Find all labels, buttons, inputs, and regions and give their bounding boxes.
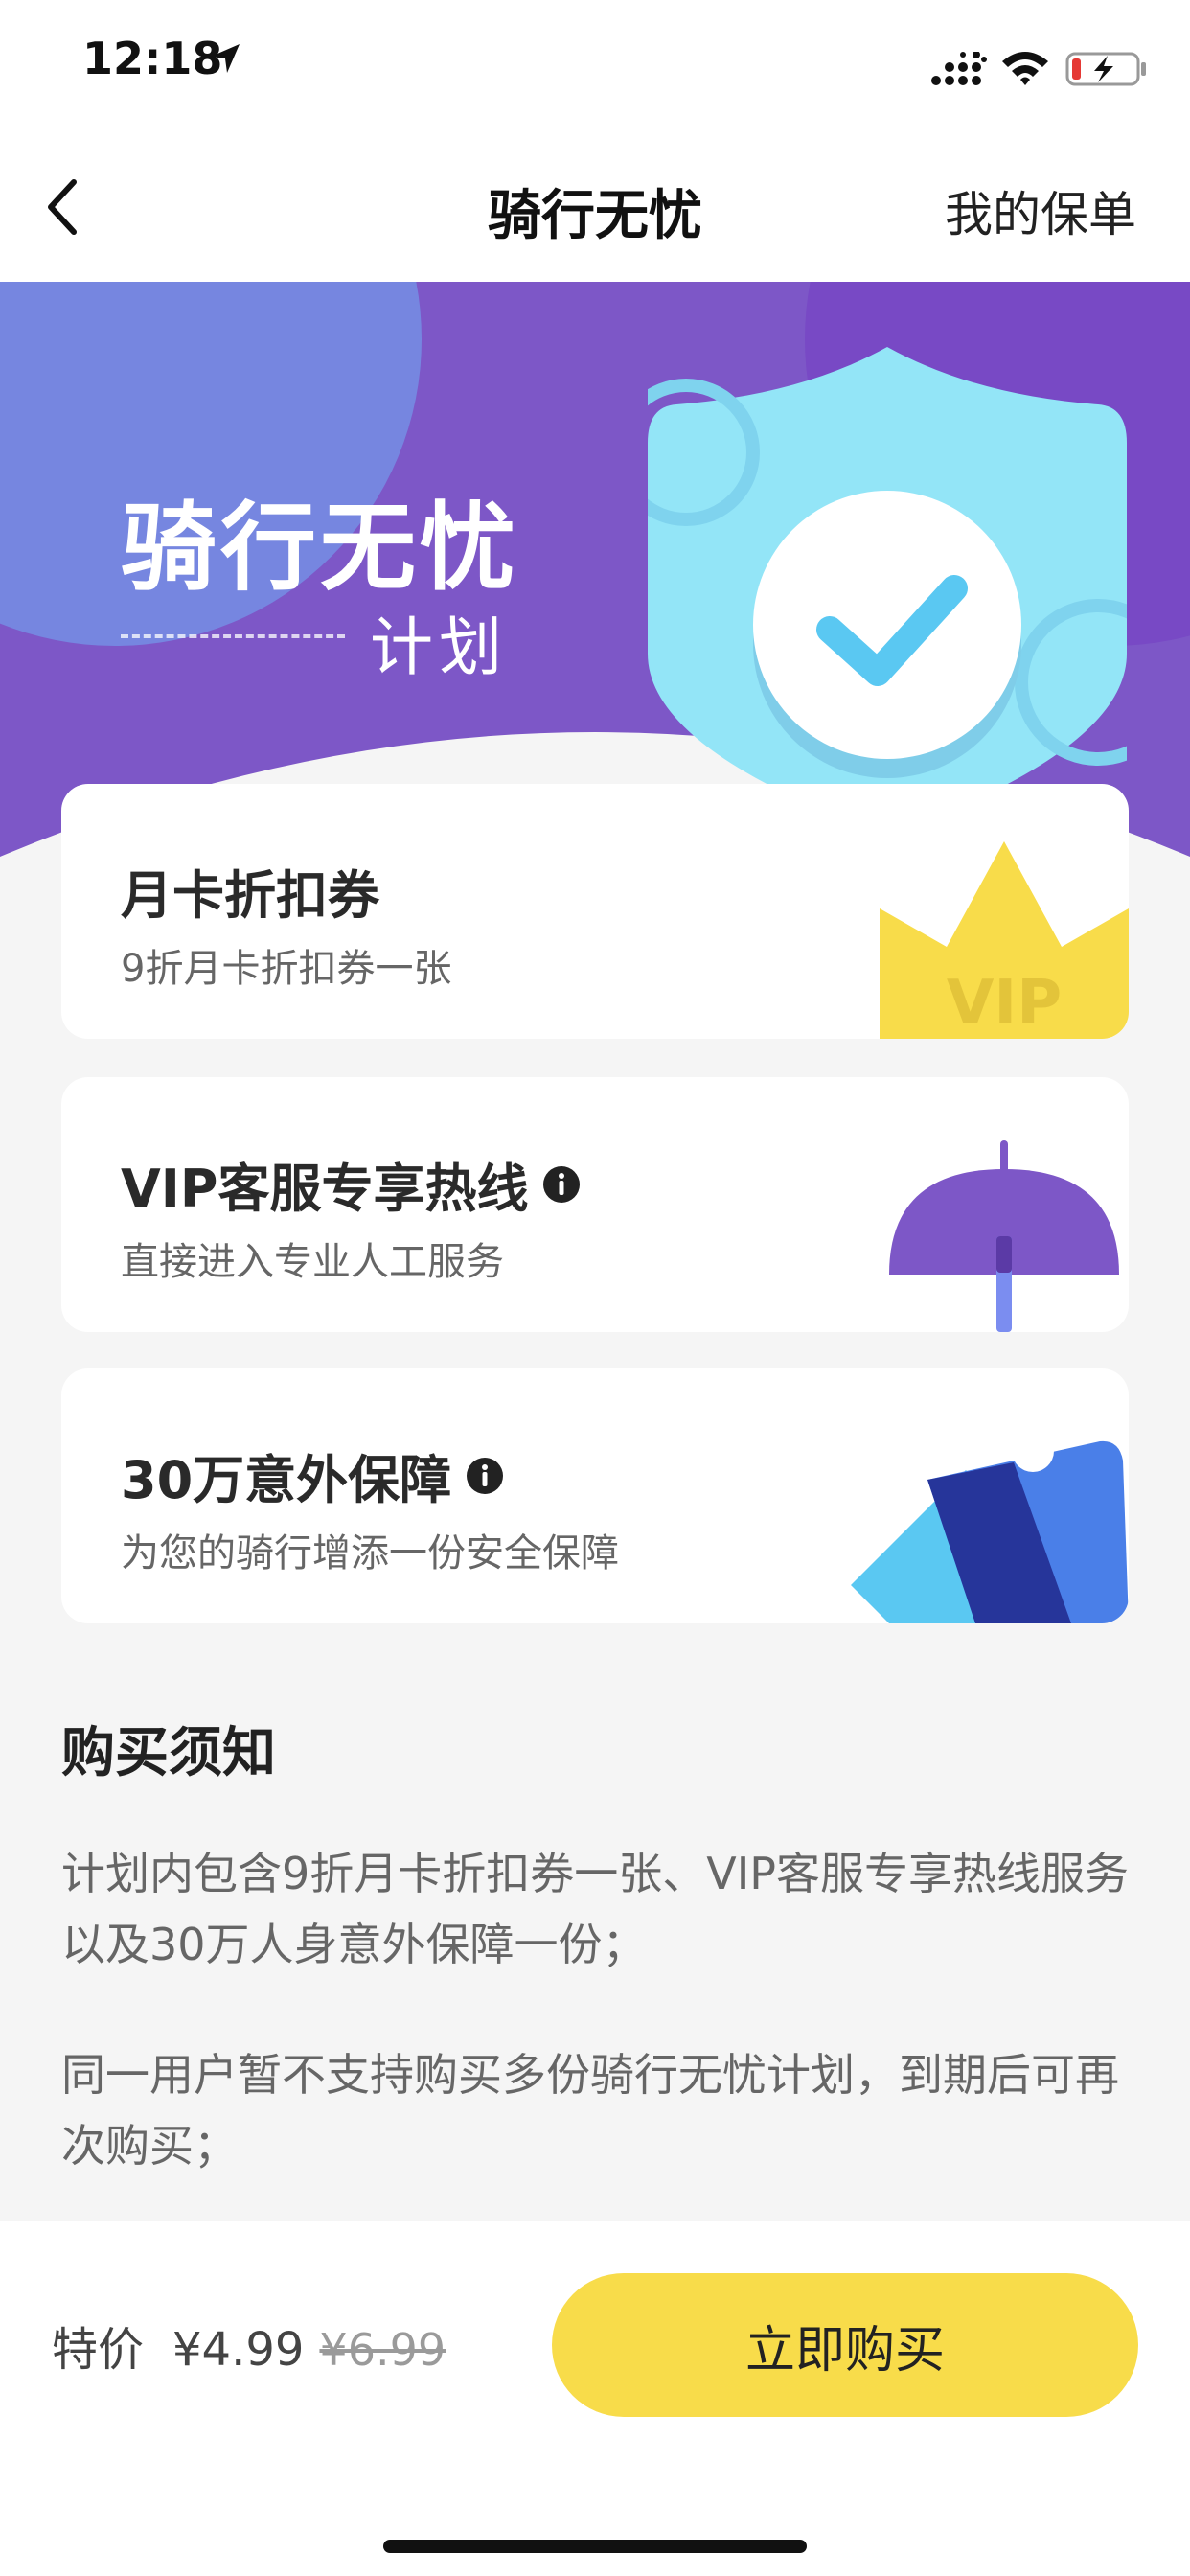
wifi-icon [1002,52,1048,85]
benefit-desc: 为您的骑行增添一份安全保障 [121,1531,619,1576]
benefit-card-discount[interactable]: 月卡折扣券 9折月卡折扣券一张 VIP [61,784,1129,1039]
tickets-icon [851,1430,1129,1623]
battery-charging-icon [1065,52,1146,86]
shield-check-icon [648,347,1127,836]
info-icon[interactable] [543,1165,581,1203]
notice-title: 购买须知 [61,1722,276,1784]
benefit-desc: 直接进入专业人工服务 [121,1240,504,1284]
benefit-card-accident-coverage[interactable]: 30万意外保障 为您的骑行增添一份安全保障 [61,1368,1129,1623]
hero-subtitle: 计划 [370,610,508,684]
benefit-title: 30万意外保障 [121,1438,504,1513]
price-label: 特价 [52,2323,145,2377]
vip-text: VIP [947,968,1062,1039]
price-current: ¥4.99 [172,2323,305,2377]
home-indicator[interactable] [383,2540,807,2553]
info-icon[interactable] [467,1457,504,1494]
buy-now-button[interactable]: 立即购买 [552,2273,1138,2417]
hero-divider [121,634,345,638]
my-policy-link[interactable]: 我的保单 [945,176,1136,245]
signal-icon [931,52,987,85]
benefit-title: 月卡折扣券 [121,865,379,926]
vip-crown-icon: VIP [880,841,1129,1039]
status-time: 12:18 [82,33,223,84]
nav-bar: 骑行无忧 我的保单 [0,134,1190,282]
benefit-desc: 9折月卡折扣券一张 [121,947,452,991]
umbrella-icon [889,1140,1119,1332]
benefit-title: VIP客服专享热线 [121,1146,581,1222]
notice-item: 同一用户暂不支持购买多份骑行无忧计划，到期后可再次购买； [61,2049,1119,2172]
purchase-bar: 特价 ¥4.99 ¥6.99 立即购买 [0,2221,1190,2576]
notice-item: 计划内包含9折月卡折扣券一张、VIP客服专享热线服务以及30万人身意外保障一份； [61,1848,1130,1970]
hero-title: 骑行无忧 [121,492,519,604]
benefit-card-vip-hotline[interactable]: VIP客服专享热线 直接进入专业人工服务 [61,1077,1129,1332]
price-original: ¥6.99 [319,2324,446,2376]
price-row: 特价 ¥4.99 ¥6.99 [52,2312,446,2379]
status-bar: 12:18 [0,0,1190,134]
location-arrow-icon [211,44,240,73]
